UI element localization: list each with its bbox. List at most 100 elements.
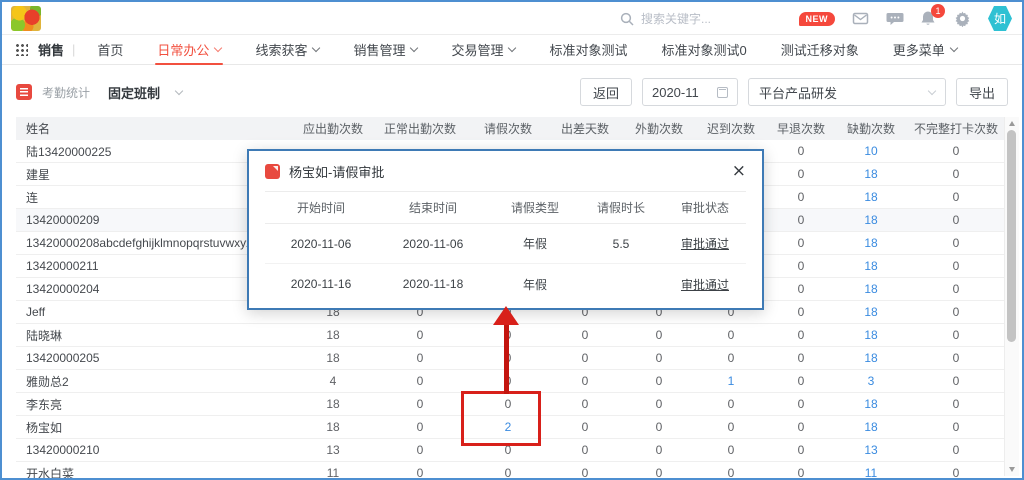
scroll-up-icon[interactable] <box>1009 121 1015 126</box>
back-button[interactable]: 返回 <box>580 78 632 106</box>
cell-value: 0 <box>696 397 766 411</box>
month-value: 2020-11 <box>652 85 699 100</box>
cell-link[interactable]: 10 <box>836 144 906 158</box>
modal-cell-value: 5.5 <box>581 237 661 251</box>
nav-item-标准对象测试0[interactable]: 标准对象测试0 <box>652 35 757 65</box>
cell-link[interactable]: 18 <box>836 351 906 365</box>
cell-value: 0 <box>548 397 622 411</box>
cell-value: 0 <box>548 328 622 342</box>
cell-link[interactable]: 18 <box>836 282 906 296</box>
vertical-scrollbar[interactable] <box>1004 117 1019 476</box>
nav-item-交易管理[interactable]: 交易管理 <box>441 35 525 65</box>
export-button[interactable]: 导出 <box>956 78 1008 106</box>
cell-link[interactable]: 18 <box>836 420 906 434</box>
cell-name: 雅勋总2 <box>16 373 294 390</box>
cell-link[interactable]: 18 <box>836 328 906 342</box>
cell-value: 0 <box>372 374 468 388</box>
cell-link[interactable]: 1 <box>696 374 766 388</box>
chevron-down-icon <box>508 44 516 52</box>
cell-value: 0 <box>548 443 622 457</box>
approval-status-link[interactable]: 审批通过 <box>661 235 749 252</box>
cell-link[interactable]: 11 <box>836 466 906 480</box>
cell-value: 0 <box>766 466 836 480</box>
nav-item-标准对象测试[interactable]: 标准对象测试 <box>539 35 637 65</box>
workspace-label[interactable]: 销售 <box>38 40 64 59</box>
table-row: 1342000021013000000130 <box>16 439 1008 462</box>
month-picker[interactable]: 2020-11 <box>642 78 738 106</box>
shift-mode-select[interactable]: 固定班制 <box>108 83 160 102</box>
nav-item-线索获客[interactable]: 线索获客 <box>245 35 329 65</box>
chat-icon[interactable] <box>886 10 903 27</box>
nav-item-日常办公[interactable]: 日常办公 <box>147 35 231 65</box>
new-badge[interactable]: NEW <box>799 12 836 26</box>
cell-value: 0 <box>372 397 468 411</box>
scroll-down-icon[interactable] <box>1009 467 1015 472</box>
modal-column-header: 请假类型 <box>489 199 581 216</box>
mail-icon[interactable] <box>852 10 869 27</box>
cell-value: 0 <box>548 351 622 365</box>
cell-link[interactable]: 18 <box>836 397 906 411</box>
cell-value: 0 <box>372 420 468 434</box>
table-row: 陆晓琳18000000180 <box>16 324 1008 347</box>
table-header-row: 姓名应出勤次数正常出勤次数请假次数出差天数外勤次数迟到次数早退次数缺勤次数不完整… <box>16 117 1008 140</box>
chevron-down-icon <box>214 44 222 52</box>
nav-item-测试迁移对象[interactable]: 测试迁移对象 <box>771 35 869 65</box>
search-input[interactable]: 搜索关键字... <box>620 2 711 35</box>
cell-value: 0 <box>622 351 696 365</box>
cell-value: 0 <box>622 374 696 388</box>
cell-value: 0 <box>696 351 766 365</box>
cell-value: 11 <box>294 466 372 480</box>
cell-value: 0 <box>906 167 1006 181</box>
cell-value: 0 <box>906 236 1006 250</box>
cell-value: 0 <box>468 397 548 411</box>
department-select[interactable]: 平台产品研发 <box>748 78 946 106</box>
cell-value: 0 <box>906 328 1006 342</box>
nav-item-更多菜单[interactable]: 更多菜单 <box>883 35 967 65</box>
column-header: 早退次数 <box>766 120 836 137</box>
scrollbar-thumb[interactable] <box>1007 130 1016 342</box>
nav-item-首页[interactable]: 首页 <box>87 35 133 65</box>
cell-value: 18 <box>294 351 372 365</box>
cell-value: 0 <box>696 328 766 342</box>
modal-cell-value: 2020-11-18 <box>377 277 489 291</box>
cell-link[interactable]: 18 <box>836 236 906 250</box>
cell-link[interactable]: 18 <box>836 190 906 204</box>
settings-gear-icon[interactable] <box>954 10 971 27</box>
leave-approval-modal: 杨宝如-请假审批 × 开始时间结束时间请假类型请假时长审批状态 2020-11-… <box>247 149 764 310</box>
chevron-down-icon <box>312 44 320 52</box>
search-icon <box>620 12 634 26</box>
close-icon[interactable]: × <box>732 163 746 180</box>
cell-value: 0 <box>372 466 468 480</box>
cell-value: 0 <box>622 466 696 480</box>
user-avatar[interactable]: 如 <box>988 6 1012 32</box>
nav-item-销售管理[interactable]: 销售管理 <box>343 35 427 65</box>
cell-link[interactable]: 2 <box>468 420 548 434</box>
modal-column-header: 审批状态 <box>661 199 749 216</box>
cell-link[interactable]: 18 <box>836 305 906 319</box>
cell-value: 0 <box>468 443 548 457</box>
approval-status-link[interactable]: 审批通过 <box>661 276 749 293</box>
app-logo[interactable] <box>11 6 41 31</box>
apps-grid-icon[interactable] <box>15 43 28 56</box>
notifications-bell-icon[interactable]: 1 <box>920 10 937 27</box>
calendar-icon <box>717 87 728 98</box>
cell-link[interactable]: 18 <box>836 259 906 273</box>
column-header: 应出勤次数 <box>294 120 372 137</box>
cell-link[interactable]: 3 <box>836 374 906 388</box>
cell-link[interactable]: 18 <box>836 213 906 227</box>
column-header: 缺勤次数 <box>836 120 906 137</box>
cell-value: 0 <box>906 420 1006 434</box>
cell-link[interactable]: 18 <box>836 167 906 181</box>
cell-value: 0 <box>906 259 1006 273</box>
cell-name: 13420000205 <box>16 351 294 365</box>
cell-value: 0 <box>766 328 836 342</box>
column-header: 出差天数 <box>548 120 622 137</box>
modal-cell-value: 年假 <box>489 235 581 252</box>
cell-value: 0 <box>906 374 1006 388</box>
modal-cell-value: 年假 <box>489 276 581 293</box>
column-header: 请假次数 <box>468 120 548 137</box>
cell-link[interactable]: 13 <box>836 443 906 457</box>
cell-value: 0 <box>696 466 766 480</box>
search-placeholder: 搜索关键字... <box>641 10 711 27</box>
cell-value: 0 <box>906 305 1006 319</box>
